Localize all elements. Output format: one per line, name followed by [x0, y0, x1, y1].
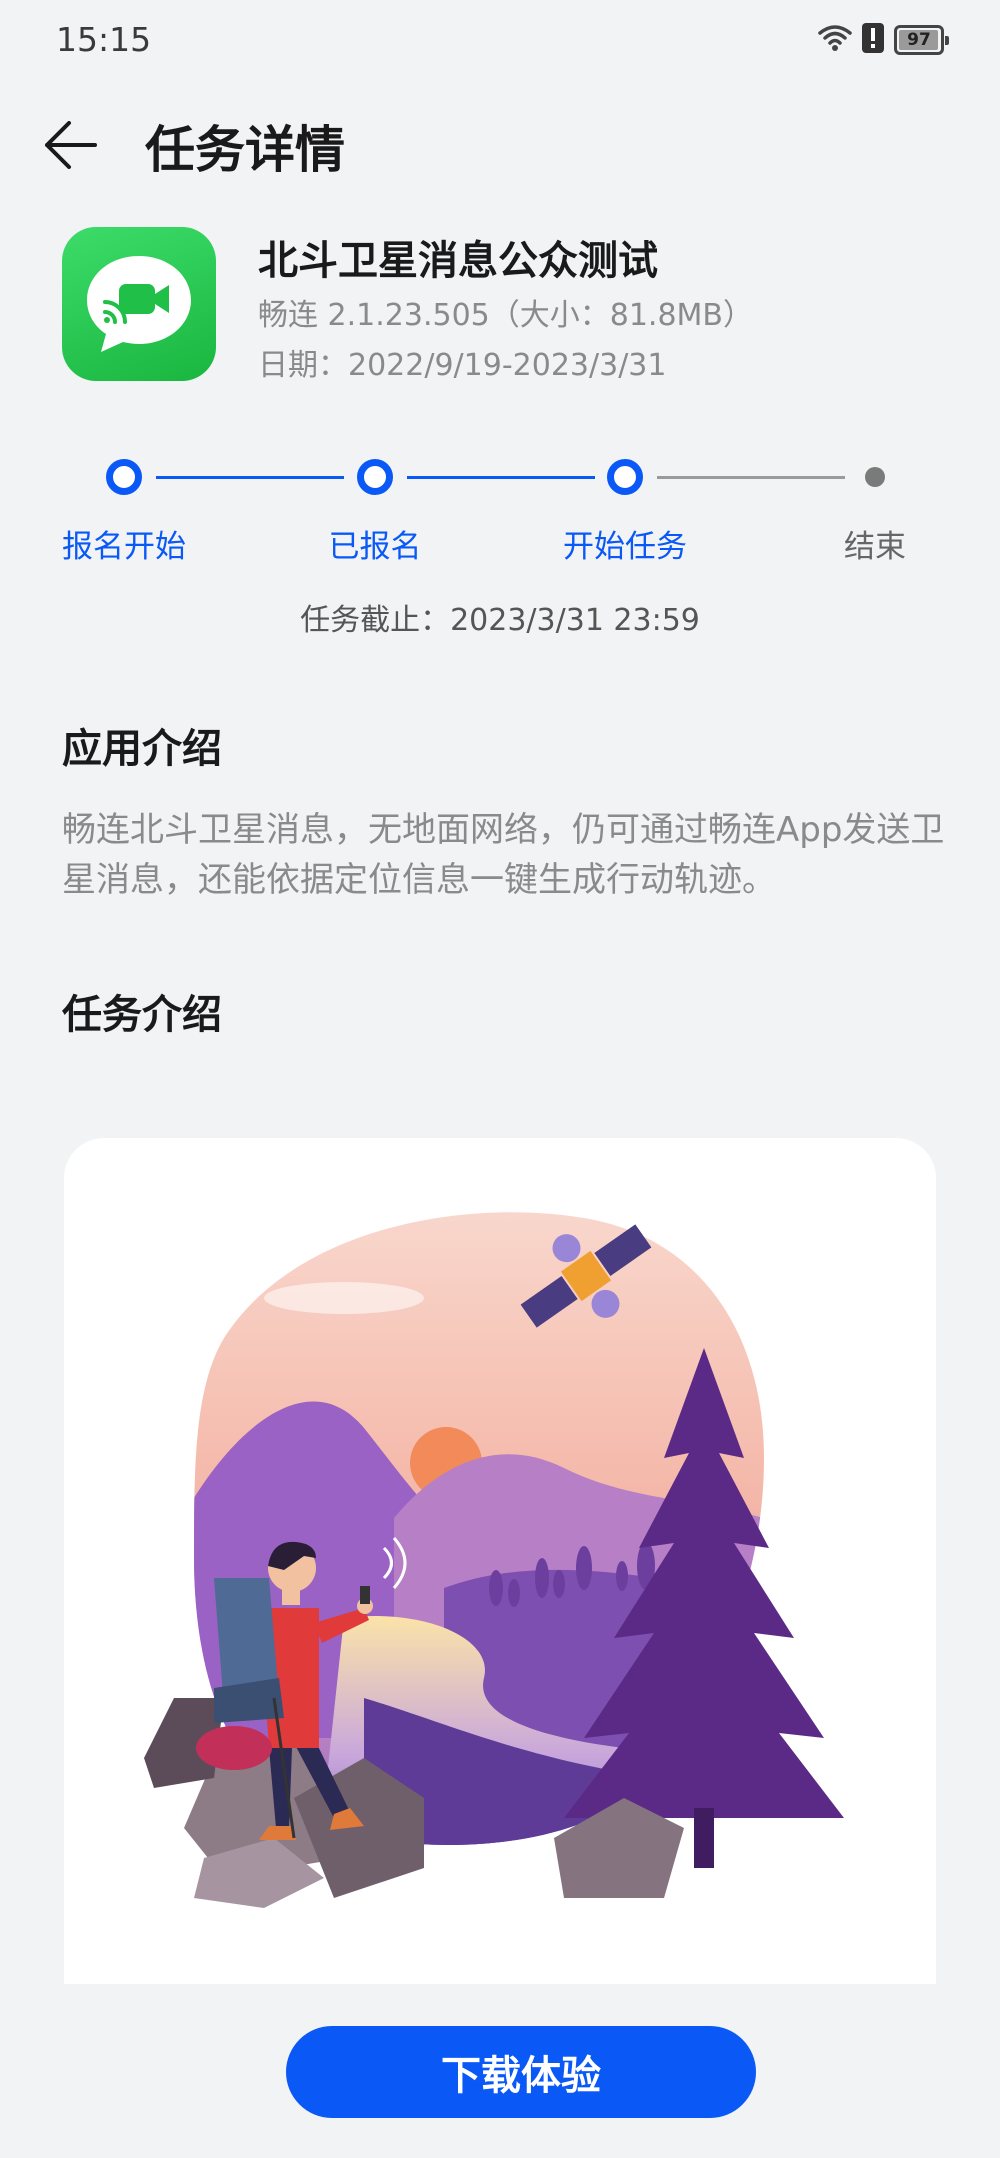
task-deadline: 任务截止：2023/3/31 23:59	[300, 603, 700, 638]
step-label-signed-up: 已报名	[328, 529, 422, 565]
status-icons: 97	[818, 22, 949, 58]
video-chat-icon	[87, 256, 191, 352]
back-button[interactable]	[38, 112, 104, 178]
app-intro-text: 畅连北斗卫星消息，无地面网络，仍可通过畅连App发送卫星消息，还能依据定位信息一…	[62, 810, 945, 900]
status-time: 15:15	[56, 20, 152, 59]
app-icon	[62, 227, 216, 381]
arrow-left-icon	[45, 121, 97, 169]
header: 任务详情	[0, 100, 1000, 190]
page-title: 任务详情	[145, 121, 345, 179]
step-line-1	[156, 476, 344, 479]
battery-cap	[945, 36, 949, 45]
wifi-icon	[818, 23, 852, 57]
step-dot-4	[865, 467, 885, 487]
app-name: 北斗卫星消息公众测试	[258, 238, 658, 284]
app-date: 日期：2022/9/19-2023/3/31	[258, 348, 667, 383]
battery-icon: 97	[894, 25, 949, 55]
task-intro-title: 任务介绍	[62, 992, 222, 1038]
step-line-3	[657, 476, 845, 479]
alert-icon	[862, 23, 884, 57]
step-dot-2	[357, 459, 393, 495]
step-line-2	[407, 476, 595, 479]
battery-level: 97	[907, 30, 931, 50]
task-progress-stepper: 报名开始 已报名 开始任务 结束	[0, 455, 1000, 595]
step-label-task-start: 开始任务	[563, 529, 687, 565]
step-dot-3	[607, 459, 643, 495]
app-intro-title: 应用介绍	[62, 726, 222, 772]
step-label-signup-start: 报名开始	[62, 529, 186, 565]
app-version: 畅连 2.1.23.505（大小：81.8MB）	[258, 298, 754, 333]
status-bar: 15:15 97	[0, 0, 1000, 80]
step-dot-1	[106, 459, 142, 495]
task-illustration-card	[64, 1138, 936, 1984]
hiker-satellite-illustration	[144, 1212, 844, 1908]
download-button[interactable]: 下载体验	[286, 2026, 756, 2118]
step-label-end: 结束	[844, 529, 906, 565]
